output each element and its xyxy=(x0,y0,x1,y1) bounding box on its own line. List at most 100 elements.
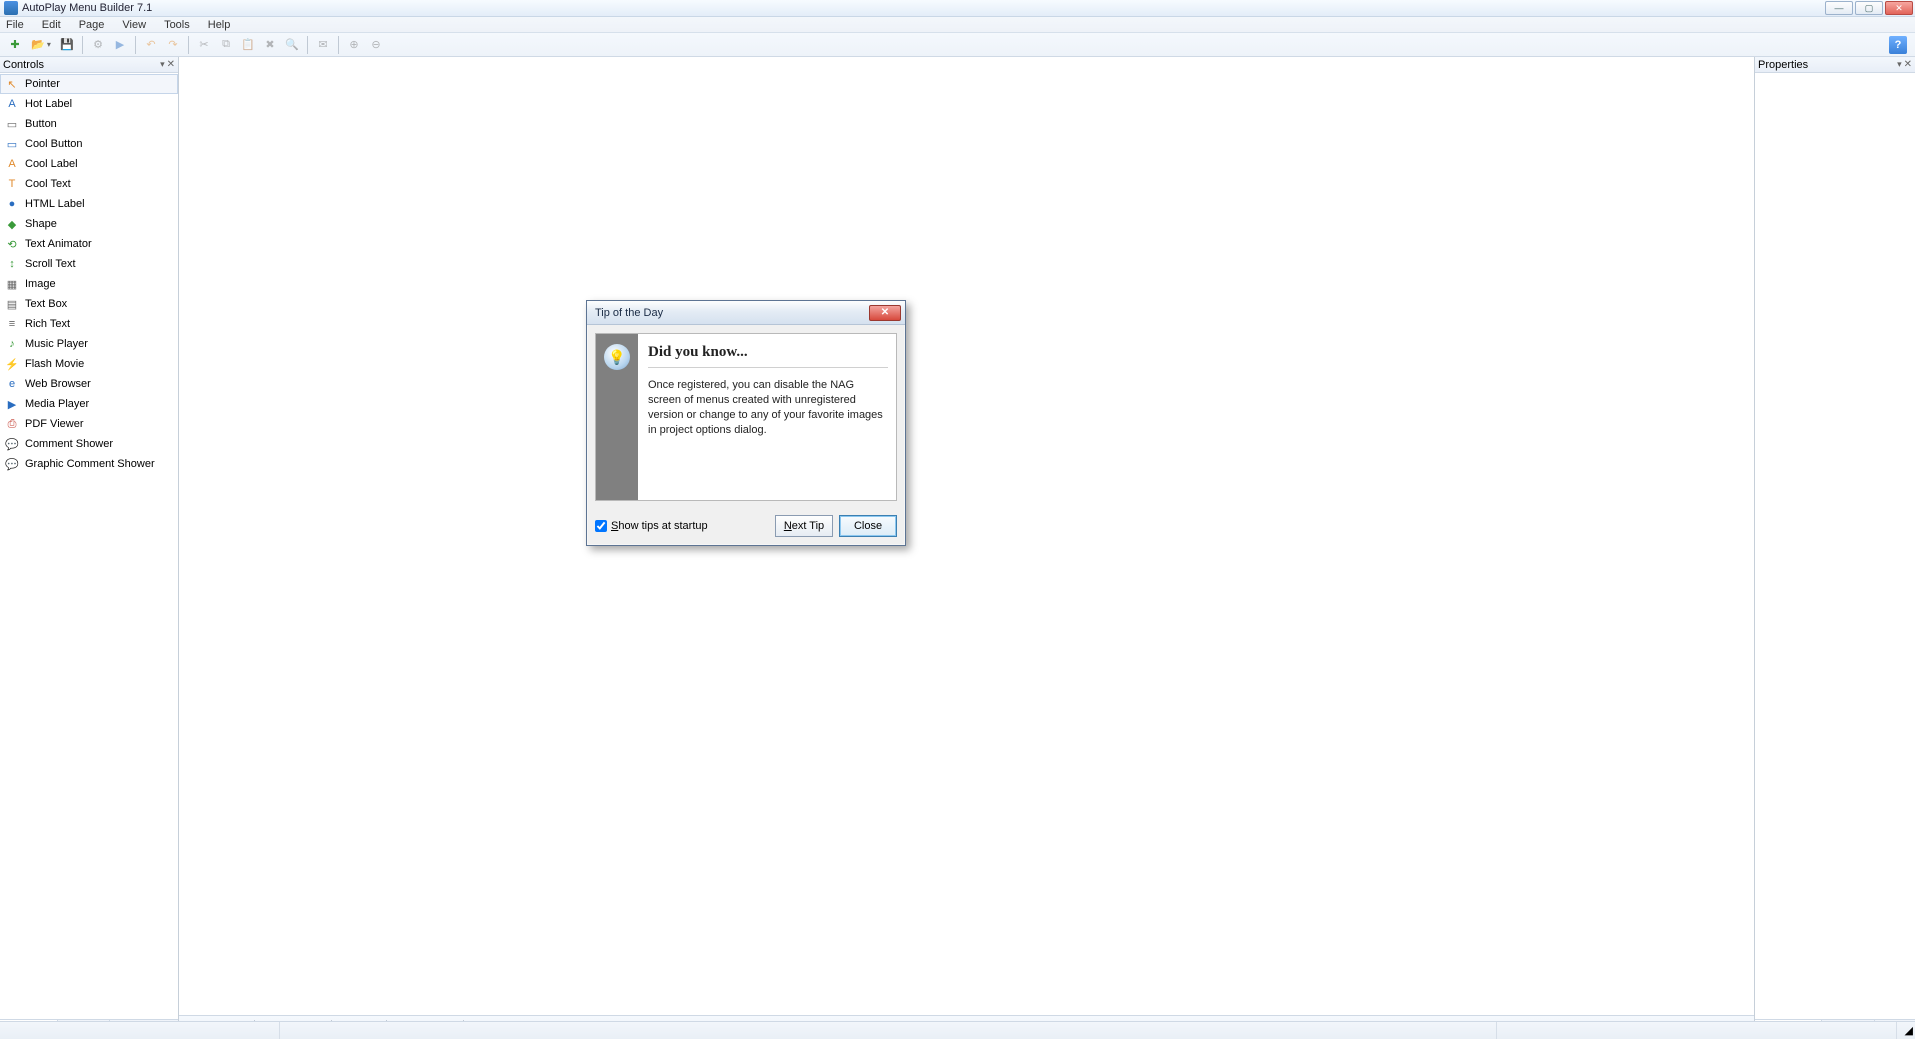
copy-icon[interactable]: ⧉ xyxy=(217,36,235,54)
shape-icon: ◆ xyxy=(5,217,19,231)
control-label: Hot Label xyxy=(25,98,72,110)
separator xyxy=(188,36,189,54)
properties-panel-title: Properties xyxy=(1758,59,1808,71)
control-cool-text[interactable]: TCool Text xyxy=(0,174,178,194)
comment-shower-icon: 💬 xyxy=(5,437,19,451)
control-rich-text[interactable]: ≡Rich Text xyxy=(0,314,178,334)
control-text-box[interactable]: ▤Text Box xyxy=(0,294,178,314)
zoom-out-icon[interactable]: ⊖ xyxy=(367,36,385,54)
find-icon[interactable]: 🔍 xyxy=(283,36,301,54)
pin-icon[interactable]: ▾ xyxy=(1897,59,1902,70)
control-media-player[interactable]: ▶Media Player xyxy=(0,394,178,414)
properties-body xyxy=(1755,73,1915,1019)
control-hot-label[interactable]: A Hot Label xyxy=(0,94,178,114)
control-text-animator[interactable]: ⟲Text Animator xyxy=(0,234,178,254)
design-surface[interactable] xyxy=(179,57,1915,1015)
design-surface-container: ✕ xyxy=(179,57,1915,1039)
control-button[interactable]: ▭ Button xyxy=(0,114,178,134)
app-title: AutoPlay Menu Builder 7.1 xyxy=(22,2,152,14)
open-icon[interactable]: 📂 xyxy=(28,36,54,54)
controls-panel-header: Controls ▾ ✕ xyxy=(0,57,178,73)
control-label: HTML Label xyxy=(25,198,85,210)
dialog-close-button[interactable]: ✕ xyxy=(869,305,901,321)
control-label: PDF Viewer xyxy=(25,418,83,430)
build-icon[interactable]: ⚙ xyxy=(89,36,107,54)
dialog-footer: Show tips at startup Next Tip Close xyxy=(587,509,905,545)
control-comment-shower[interactable]: 💬Comment Shower xyxy=(0,434,178,454)
panel-close-icon[interactable]: ✕ xyxy=(1904,59,1912,70)
control-cool-button[interactable]: ▭ Cool Button xyxy=(0,134,178,154)
control-shape[interactable]: ◆Shape xyxy=(0,214,178,234)
cut-icon[interactable]: ✂ xyxy=(195,36,213,54)
control-label: Web Browser xyxy=(25,378,91,390)
graphic-comment-shower-icon: 💬 xyxy=(5,457,19,471)
menu-tools[interactable]: Tools xyxy=(160,19,194,31)
tip-text: Once registered, you can disable the NAG… xyxy=(648,378,888,437)
dialog-titlebar[interactable]: Tip of the Day ✕ xyxy=(587,301,905,325)
hot-label-icon: A xyxy=(5,97,19,111)
text-box-icon: ▤ xyxy=(5,297,19,311)
mail-icon[interactable]: ✉ xyxy=(314,36,332,54)
menu-help[interactable]: Help xyxy=(204,19,235,31)
web-browser-icon: e xyxy=(5,377,19,391)
text-animator-icon: ⟲ xyxy=(5,237,19,251)
control-image[interactable]: ▦ Image xyxy=(0,274,178,294)
next-tip-button[interactable]: Next Tip xyxy=(775,515,833,537)
control-html-label[interactable]: ●HTML Label xyxy=(0,194,178,214)
control-cool-label[interactable]: ACool Label xyxy=(0,154,178,174)
control-label: Cool Text xyxy=(25,178,71,190)
show-tips-checkbox[interactable]: Show tips at startup xyxy=(595,520,708,532)
control-scroll-text[interactable]: ↕Scroll Text xyxy=(0,254,178,274)
control-label: Flash Movie xyxy=(25,358,84,370)
button-icon: ▭ xyxy=(5,117,19,131)
status-segment xyxy=(0,1022,280,1039)
statusbar: ◢ xyxy=(0,1021,1915,1039)
maximize-button[interactable]: ▢ xyxy=(1855,1,1883,15)
save-icon[interactable]: 💾 xyxy=(58,36,76,54)
control-label: Cool Button xyxy=(25,138,82,150)
run-icon[interactable]: ▶ xyxy=(111,36,129,54)
menu-file[interactable]: File xyxy=(2,19,28,31)
dialog-frame: Tip of the Day ✕ 💡 Did you know... Once … xyxy=(586,300,906,546)
control-label: Music Player xyxy=(25,338,88,350)
control-flash-movie[interactable]: ⚡Flash Movie xyxy=(0,354,178,374)
control-web-browser[interactable]: e Web Browser xyxy=(0,374,178,394)
redo-icon[interactable]: ↷ xyxy=(164,36,182,54)
controls-panel-title: Controls xyxy=(3,59,44,71)
delete-icon[interactable]: ✖ xyxy=(261,36,279,54)
lightbulb-icon: 💡 xyxy=(604,344,630,370)
separator xyxy=(307,36,308,54)
control-label: Image xyxy=(25,278,56,290)
undo-icon[interactable]: ↶ xyxy=(142,36,160,54)
control-pdf-viewer[interactable]: ⎙PDF Viewer xyxy=(0,414,178,434)
menu-edit[interactable]: Edit xyxy=(38,19,65,31)
window-controls: — ▢ ✕ xyxy=(1825,1,1915,15)
panel-close-icon[interactable]: ✕ xyxy=(167,59,175,70)
tip-frame: 💡 Did you know... Once registered, you c… xyxy=(595,333,897,501)
media-player-icon: ▶ xyxy=(5,397,19,411)
zoom-in-icon[interactable]: ⊕ xyxy=(345,36,363,54)
window-close-button[interactable]: ✕ xyxy=(1885,1,1913,15)
control-label: Pointer xyxy=(25,78,60,90)
help-icon[interactable]: ? xyxy=(1889,36,1907,54)
paste-icon[interactable]: 📋 xyxy=(239,36,257,54)
new-icon[interactable]: ✚ xyxy=(6,36,24,54)
status-segment xyxy=(280,1022,1497,1039)
pointer-icon: ↖ xyxy=(5,77,19,91)
resize-grip-icon[interactable]: ◢ xyxy=(1897,1022,1915,1039)
body-area: Controls ▾ ✕ ↖ Pointer A Hot Label ▭ Button ▭ C… xyxy=(0,57,1915,1039)
control-label: Button xyxy=(25,118,57,130)
control-graphic-comment-shower[interactable]: 💬Graphic Comment Shower xyxy=(0,454,178,474)
image-icon: ▦ xyxy=(5,277,19,291)
rich-text-icon: ≡ xyxy=(5,317,19,331)
control-music-player[interactable]: ♪Music Player xyxy=(0,334,178,354)
menu-page[interactable]: Page xyxy=(75,19,109,31)
cool-button-icon: ▭ xyxy=(5,137,19,151)
menu-view[interactable]: View xyxy=(118,19,150,31)
separator xyxy=(135,36,136,54)
minimize-button[interactable]: — xyxy=(1825,1,1853,15)
pin-icon[interactable]: ▾ xyxy=(160,59,165,70)
close-button[interactable]: Close xyxy=(839,515,897,537)
show-tips-checkbox-input[interactable] xyxy=(595,520,607,532)
control-pointer[interactable]: ↖ Pointer xyxy=(0,74,178,94)
